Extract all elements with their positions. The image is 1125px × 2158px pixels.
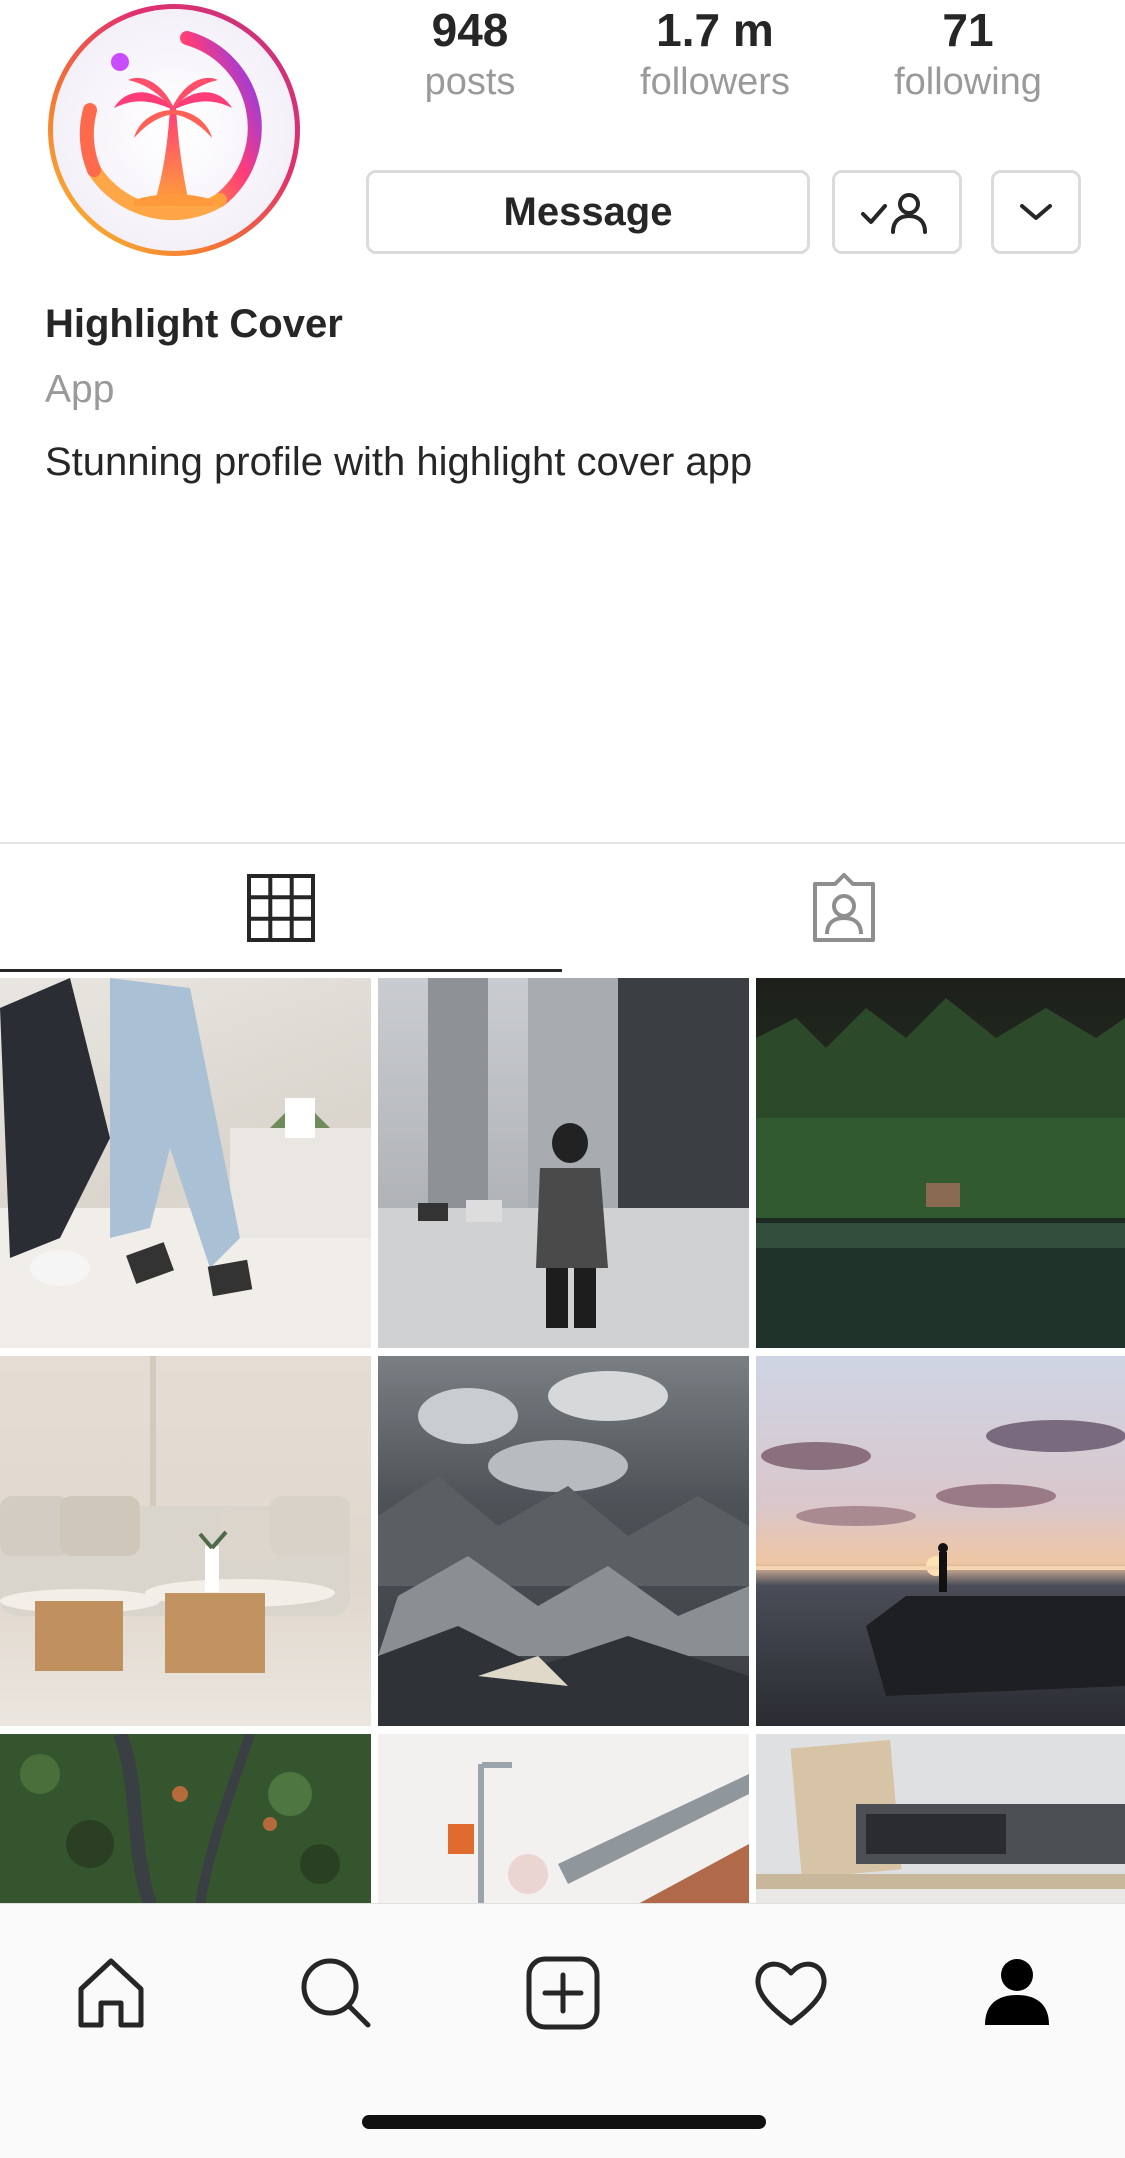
grid-icon — [247, 874, 315, 942]
post-thumbnail[interactable] — [0, 978, 371, 1348]
post-thumbnail[interactable] — [378, 1356, 749, 1726]
post-thumbnail[interactable] — [0, 1356, 371, 1726]
post-thumbnail[interactable] — [756, 1356, 1125, 1726]
following-stat[interactable]: 71 following — [858, 0, 1078, 104]
profile-icon — [985, 1959, 1049, 2025]
message-button[interactable]: Message — [366, 170, 810, 254]
followers-label: followers — [640, 61, 790, 103]
following-count: 71 — [942, 4, 994, 56]
search-icon — [301, 1958, 371, 2028]
following-label: following — [894, 61, 1042, 103]
posts-label: posts — [424, 61, 516, 103]
home-indicator[interactable] — [362, 2115, 766, 2129]
avatar[interactable] — [42, 0, 306, 260]
followers-stat[interactable]: 1.7 m followers — [605, 0, 825, 104]
post-thumbnail[interactable] — [378, 978, 749, 1348]
photo-sunset-sea — [756, 1420, 1125, 1696]
tab-posts-grid[interactable] — [0, 844, 562, 972]
post-thumbnail[interactable] — [756, 978, 1125, 1348]
activity-heart-icon — [755, 1961, 827, 2026]
tab-tagged[interactable] — [562, 844, 1125, 972]
photo-sofa-living-room — [0, 1356, 350, 1673]
nav-activity[interactable] — [746, 1948, 836, 2038]
profile-category: App — [45, 368, 115, 411]
new-post-icon — [526, 1956, 600, 2030]
photo-aerial-forest — [0, 1734, 371, 1904]
nav-search[interactable] — [291, 1948, 381, 2038]
posts-stat[interactable]: 948 posts — [360, 0, 580, 104]
post-thumbnail[interactable] — [0, 1734, 371, 1904]
followers-count: 1.7 m — [656, 4, 774, 56]
chevron-down-icon — [1020, 204, 1052, 220]
tagged-person-icon — [812, 873, 875, 942]
profile-bio: Stunning profile with highlight cover ap… — [45, 440, 753, 484]
photo-city-street — [378, 978, 749, 1348]
home-icon — [78, 1958, 144, 2028]
post-thumbnail[interactable] — [756, 1734, 1125, 1904]
nav-new-post[interactable] — [518, 1948, 608, 2038]
tab-selected-indicator — [0, 969, 562, 972]
photo-forest-lake — [756, 998, 1125, 1348]
profile-name: Highlight Cover — [45, 302, 343, 346]
nav-profile[interactable] — [972, 1948, 1062, 2038]
photo-lamp-stairway — [448, 1762, 749, 1904]
following-button[interactable] — [832, 170, 962, 254]
nav-home[interactable] — [66, 1948, 156, 2038]
following-check-person-icon — [861, 193, 927, 234]
photo-snowy-mountains — [378, 1371, 749, 1726]
post-thumbnail[interactable] — [378, 1734, 749, 1904]
photo-record-player — [756, 1739, 1125, 1904]
more-options-button[interactable] — [991, 170, 1081, 254]
posts-count: 948 — [431, 4, 509, 56]
highlight-cover-logo — [48, 4, 300, 256]
photo-people-jumping — [0, 978, 371, 1348]
